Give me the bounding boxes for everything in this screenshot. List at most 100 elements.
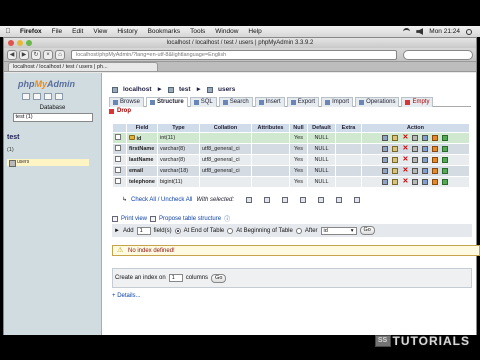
back-button[interactable]: ◀ <box>7 49 17 60</box>
primary-icon[interactable] <box>412 168 419 174</box>
fulltext-icon[interactable] <box>442 157 449 163</box>
browse-distinct-icon[interactable] <box>382 146 389 152</box>
header-field[interactable]: Field <box>126 123 158 133</box>
row-checkbox[interactable] <box>115 145 121 151</box>
table-row[interactable]: id int(11) Yes NULL ✕ <box>112 132 471 144</box>
tab-import[interactable]: Import <box>321 97 354 107</box>
apple-icon[interactable]:  <box>4 28 12 36</box>
stop-button[interactable]: × <box>43 49 53 60</box>
minimize-window-button[interactable] <box>17 40 23 46</box>
menu-help[interactable]: Help <box>248 28 261 35</box>
table-row[interactable]: lastName varchar(8) utf8_general_ci Yes … <box>112 154 471 166</box>
zoom-window-button[interactable] <box>26 40 32 46</box>
details-link[interactable]: + Details... <box>112 293 141 299</box>
unique-icon[interactable] <box>422 168 429 174</box>
add-field-count-input[interactable]: 1 <box>136 226 151 235</box>
at-end-radio[interactable] <box>174 227 181 234</box>
home-icon[interactable] <box>22 93 30 100</box>
fulltext-icon[interactable] <box>442 146 449 152</box>
tab-search[interactable]: Search <box>218 97 253 107</box>
print-view-link[interactable]: Print view <box>121 216 147 222</box>
change-icon[interactable] <box>392 179 399 185</box>
menu-history[interactable]: History <box>117 28 137 35</box>
volume-icon[interactable] <box>416 28 424 35</box>
header-null[interactable]: Null <box>288 123 308 133</box>
menu-view[interactable]: View <box>93 28 107 35</box>
tab-sql[interactable]: SQL <box>189 97 217 107</box>
index-selected-icon[interactable] <box>336 196 343 203</box>
change-selected-icon[interactable] <box>264 196 271 203</box>
after-field-select[interactable]: id ▾ <box>320 226 357 235</box>
table-row[interactable]: firstName varchar(8) utf8_general_ci Yes… <box>112 143 471 155</box>
menu-tools[interactable]: Tools <box>190 28 205 35</box>
menu-app-name[interactable]: Firefox <box>20 28 42 35</box>
tab-export[interactable]: Export <box>286 97 320 107</box>
spotlight-icon[interactable] <box>466 28 472 35</box>
after-radio[interactable] <box>295 227 302 234</box>
index-icon[interactable] <box>432 157 439 163</box>
menu-bookmarks[interactable]: Bookmarks <box>148 28 181 35</box>
propose-structure-link[interactable]: Propose table structure <box>159 216 221 222</box>
address-bar[interactable]: localhost/phpMyAdmin/?lang=en-utf-8&ligh… <box>71 49 397 60</box>
browse-selected-icon[interactable] <box>246 196 253 203</box>
browse-distinct-icon[interactable] <box>382 168 389 174</box>
breadcrumb-table[interactable]: users <box>218 86 235 93</box>
browser-search-input[interactable] <box>403 49 473 60</box>
index-icon[interactable] <box>432 168 439 174</box>
reload-icon[interactable] <box>55 93 63 100</box>
check-all-link[interactable]: Check All / Uncheck All <box>131 197 192 203</box>
sidebar-table-users[interactable]: users <box>7 159 89 167</box>
unique-icon[interactable] <box>422 135 429 141</box>
at-beginning-radio[interactable] <box>227 227 234 234</box>
database-select[interactable]: test (1) <box>12 113 93 122</box>
primary-icon[interactable] <box>412 146 419 152</box>
browser-tab[interactable]: localhost / localhost / test / users | p… <box>8 62 158 71</box>
tab-operations[interactable]: Operations <box>355 97 400 107</box>
menu-clock[interactable]: Mon 21:24 <box>429 28 460 35</box>
table-row[interactable]: email varchar(18) utf8_general_ci Yes NU… <box>112 165 471 177</box>
drop-selected-icon[interactable] <box>282 196 289 203</box>
drop-icon[interactable]: ✕ <box>402 156 409 163</box>
menu-file[interactable]: File <box>52 28 62 35</box>
primary-icon[interactable] <box>412 135 419 141</box>
reload-button[interactable]: ↻ <box>31 49 41 60</box>
unique-icon[interactable] <box>422 157 429 163</box>
breadcrumb-database[interactable]: test <box>179 86 191 93</box>
home-button[interactable]: ⌂ <box>55 49 65 60</box>
header-collation[interactable]: Collation <box>198 123 252 133</box>
index-icon[interactable] <box>432 179 439 185</box>
sidebar-db-name[interactable]: test <box>7 134 101 141</box>
tab-empty[interactable]: Empty <box>401 97 434 107</box>
browse-distinct-icon[interactable] <box>382 135 389 141</box>
index-icon[interactable] <box>432 146 439 152</box>
tab-structure[interactable]: Structure <box>146 97 188 107</box>
index-columns-input[interactable]: 1 <box>168 274 183 282</box>
forward-button[interactable]: ▶ <box>19 49 29 60</box>
phpmyadmin-logo[interactable]: phpMyAdmin <box>18 79 101 89</box>
table-row[interactable]: telephone bigint(11) Yes NULL ✕ <box>112 176 471 188</box>
unique-icon[interactable] <box>422 179 429 185</box>
help-icon[interactable]: ⓘ <box>224 214 230 223</box>
tab-browse[interactable]: Browse <box>109 97 145 107</box>
drop-icon[interactable]: ✕ <box>402 178 409 185</box>
menu-window[interactable]: Window <box>215 28 238 35</box>
change-icon[interactable] <box>392 146 399 152</box>
change-icon[interactable] <box>392 157 399 163</box>
drop-icon[interactable]: ✕ <box>402 145 409 152</box>
fulltext-selected-icon[interactable] <box>354 196 361 203</box>
unique-selected-icon[interactable] <box>318 196 325 203</box>
row-checkbox[interactable] <box>115 156 121 162</box>
primary-icon[interactable] <box>412 179 419 185</box>
close-window-button[interactable] <box>8 40 14 46</box>
drop-icon[interactable]: ✕ <box>402 167 409 174</box>
row-checkbox[interactable] <box>115 178 121 184</box>
index-icon[interactable] <box>432 135 439 141</box>
change-icon[interactable] <box>392 168 399 174</box>
header-attributes[interactable]: Attributes <box>250 123 290 133</box>
wifi-icon[interactable] <box>403 28 411 35</box>
create-index-go-button[interactable]: Go <box>211 273 227 283</box>
browse-distinct-icon[interactable] <box>382 157 389 163</box>
change-icon[interactable] <box>392 135 399 141</box>
header-default[interactable]: Default <box>306 123 336 133</box>
unique-icon[interactable] <box>422 146 429 152</box>
